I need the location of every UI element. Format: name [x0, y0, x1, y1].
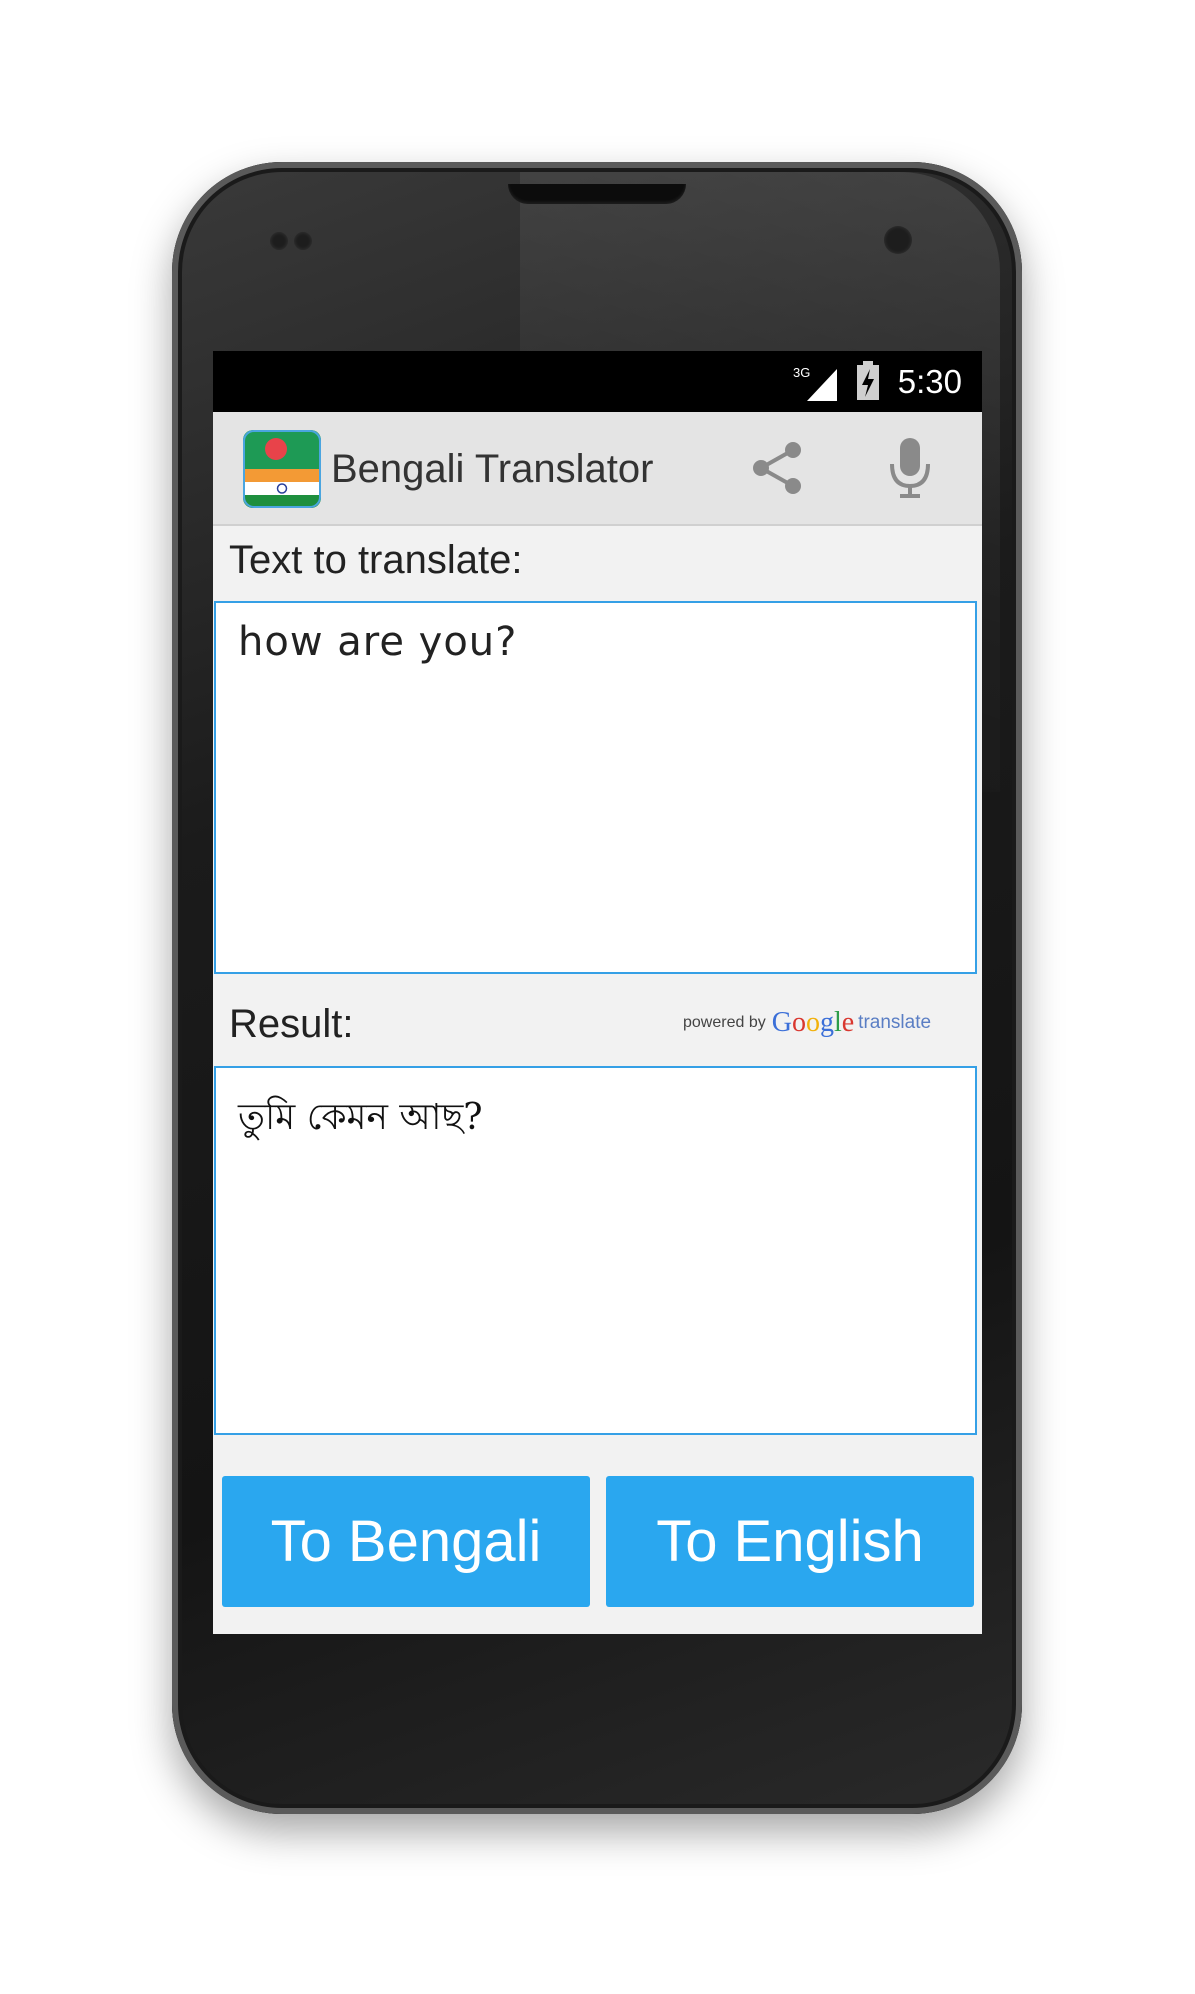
input-label: Text to translate:	[229, 538, 523, 582]
app-title: Bengali Translator	[331, 447, 654, 491]
share-icon[interactable]	[747, 438, 807, 498]
google-letter: g	[819, 1007, 834, 1038]
earpiece-speaker	[508, 184, 686, 204]
google-letter: o	[791, 1007, 806, 1038]
google-letter: G	[771, 1007, 792, 1038]
to-english-button[interactable]: To English	[606, 1476, 974, 1607]
google-letter: o	[805, 1007, 820, 1038]
result-label: Result:	[229, 1002, 354, 1046]
action-bar: Bengali Translator	[213, 412, 982, 526]
translate-word: translate	[858, 1012, 932, 1033]
google-logo: Google	[772, 1007, 854, 1038]
battery-charging-icon	[857, 361, 879, 400]
cellular-signal-icon: 3G	[793, 365, 837, 401]
network-type-label: 3G	[793, 365, 810, 380]
google-letter: l	[833, 1007, 842, 1038]
to-bengali-button[interactable]: To Bengali	[222, 1476, 590, 1607]
input-text-value[interactable]: how are you?	[238, 619, 517, 665]
proximity-sensor	[270, 232, 288, 250]
app-screen: 3G 5:30 Bengali Translator Text to trans…	[213, 351, 982, 1634]
status-bar: 3G 5:30	[213, 351, 982, 412]
front-camera	[884, 226, 912, 254]
google-letter: e	[841, 1007, 855, 1038]
result-output-box[interactable]: তুমি কেমন আছ?	[214, 1066, 977, 1435]
status-time: 5:30	[897, 363, 962, 400]
microphone-icon[interactable]	[885, 436, 935, 500]
text-to-translate-input[interactable]: how are you?	[214, 601, 977, 974]
powered-by-text: powered by	[683, 1014, 766, 1031]
bangladesh-india-flag-icon[interactable]	[243, 430, 321, 508]
powered-by-google-translate: powered by Google translate	[683, 1007, 931, 1039]
light-sensor	[294, 232, 312, 250]
result-text-value: তুমি কেমন আছ?	[238, 1097, 483, 1138]
